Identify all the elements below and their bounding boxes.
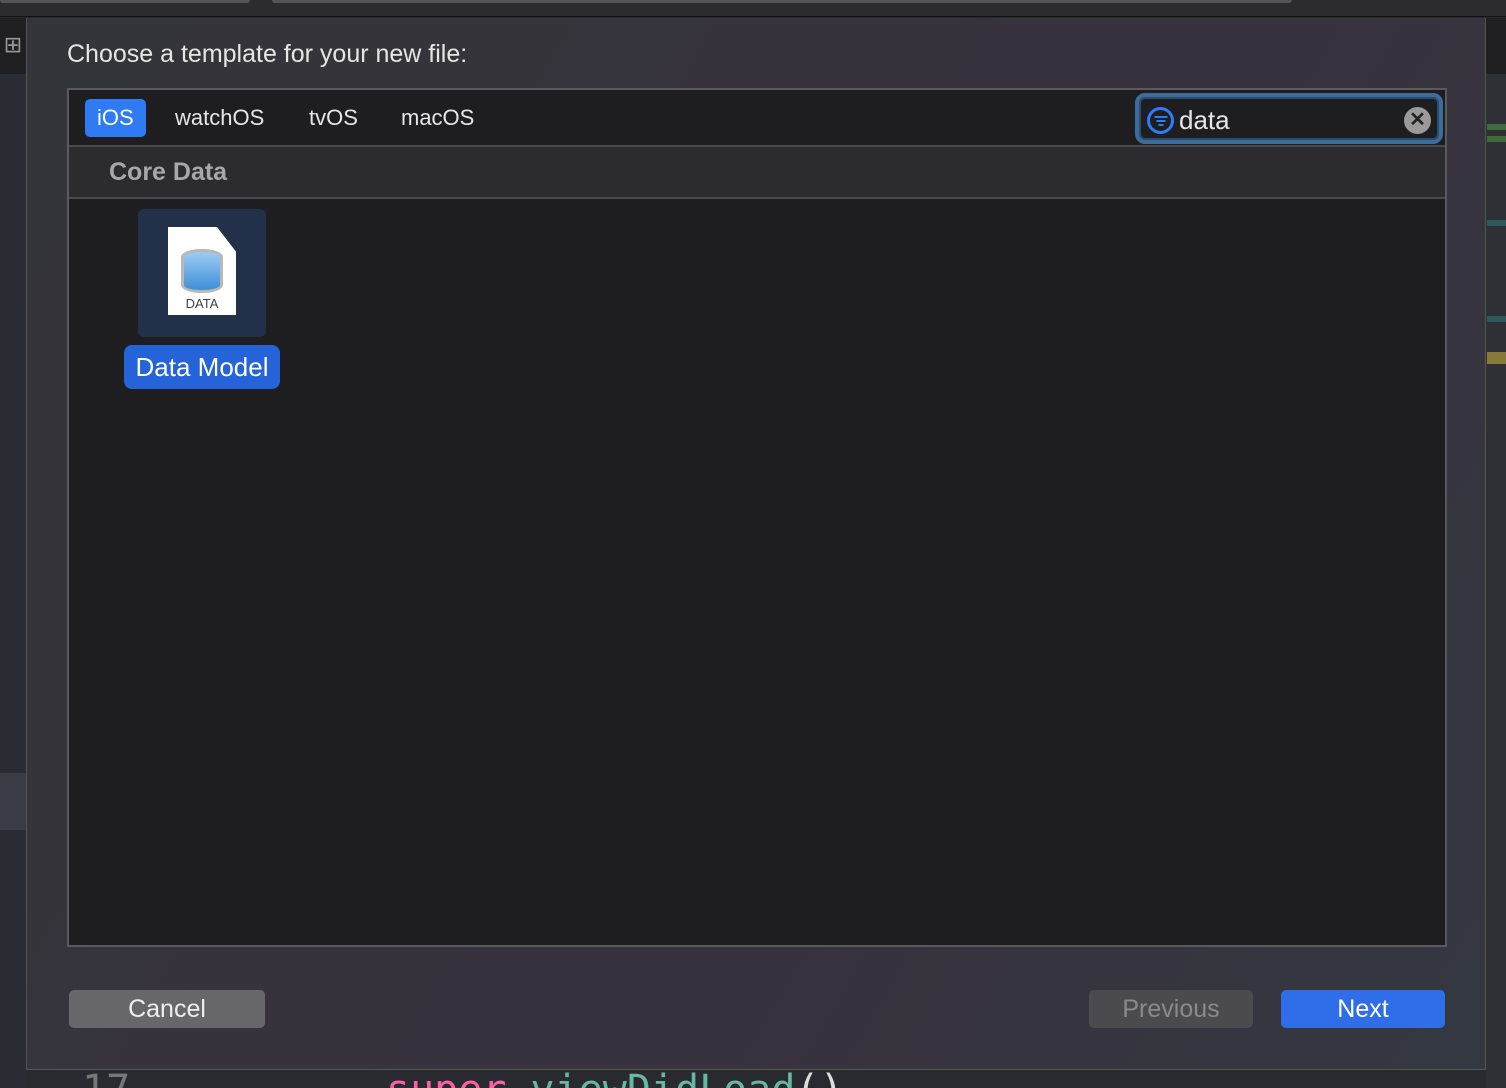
new-file-template-sheet: Choose a template for your new file: iOS…	[26, 18, 1486, 1070]
navigator-selection	[0, 773, 26, 830]
minimap-mark	[1487, 352, 1506, 364]
minimap-mark	[1487, 136, 1506, 142]
filter-input[interactable]	[1179, 103, 1399, 137]
tab-macos[interactable]: macOS	[389, 99, 486, 137]
code-parens: ()	[795, 1068, 843, 1088]
tab-watchos[interactable]: watchOS	[163, 99, 276, 137]
file-icon-label: DATA	[185, 296, 219, 311]
next-button[interactable]: Next	[1281, 990, 1445, 1028]
line-number: 17	[82, 1070, 130, 1088]
clear-icon[interactable]: ✕	[1404, 107, 1431, 134]
sheet-title: Choose a template for your new file:	[67, 40, 468, 68]
code-function: viewDidLoad	[531, 1068, 796, 1088]
code-dot: .	[506, 1068, 530, 1088]
platform-tab-bar: iOS watchOS tvOS macOS ✕	[69, 90, 1445, 147]
section-header: Core Data	[69, 147, 1445, 199]
cancel-button[interactable]: Cancel	[69, 990, 265, 1028]
toolbar-segment	[272, 0, 1292, 3]
template-name[interactable]: Data Model	[123, 345, 281, 389]
filter-search-field[interactable]: ✕	[1135, 93, 1443, 144]
filter-icon[interactable]	[1147, 107, 1174, 134]
background-code-line: 17 super.viewDidLoad()	[26, 1068, 1486, 1088]
database-icon	[181, 249, 223, 293]
template-thumbnail[interactable]: DATA	[138, 209, 266, 337]
navigator-background: ⊞	[0, 18, 26, 1088]
minimap-background	[1486, 18, 1506, 1088]
minimap-mark	[1487, 316, 1506, 322]
window-toolbar	[0, 0, 1506, 17]
template-data-model[interactable]: DATA Data Model	[119, 209, 285, 389]
minimap-mark	[1487, 220, 1506, 226]
template-panel: iOS watchOS tvOS macOS ✕ Core Data DATA …	[67, 88, 1447, 947]
data-model-file-icon: DATA	[168, 227, 236, 315]
previous-button[interactable]: Previous	[1089, 990, 1253, 1028]
tab-ios[interactable]: iOS	[85, 99, 146, 137]
tab-tvos[interactable]: tvOS	[297, 99, 370, 137]
code-keyword: super	[386, 1068, 506, 1088]
navigator-hierarchy-icon: ⊞	[0, 18, 26, 74]
toolbar-segment	[0, 0, 250, 3]
minimap-mark	[1487, 124, 1506, 130]
